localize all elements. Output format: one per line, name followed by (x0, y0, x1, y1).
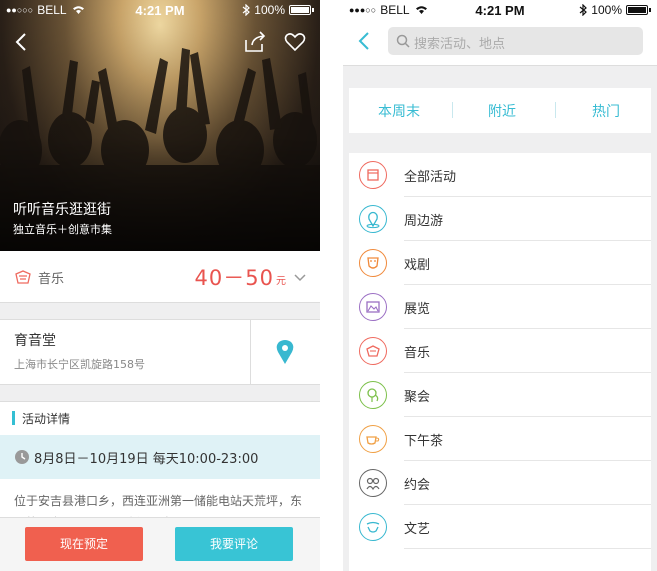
write-review-button[interactable]: 我要评论 (175, 527, 293, 561)
book-now-button[interactable]: 现在预定 (25, 527, 143, 561)
category-price-row[interactable]: 音乐 40－50 元 (0, 251, 320, 303)
tab-weekend[interactable]: 本周末 (378, 101, 420, 121)
action-bar: 现在预定 我要评论 (0, 517, 320, 571)
venue-address: 上海市长宁区凯旋路158号 (14, 358, 145, 371)
clock-icon (15, 450, 29, 464)
venue-name: 育音堂 (14, 333, 56, 349)
category-label: 戏剧 (404, 258, 431, 273)
category-item-tea[interactable]: 下午茶 (349, 417, 651, 461)
divider (555, 102, 556, 118)
category-list: 全部活动 周边游 戏剧 展览 音乐 聚会 下午茶 约会 文艺 (349, 153, 651, 571)
category-label: 文艺 (404, 522, 431, 537)
battery-icon (289, 5, 311, 15)
detail-heading: 活动详情 (22, 412, 71, 426)
category-item-dating[interactable]: 约会 (349, 461, 651, 505)
event-detail-screen: ●●○○○ BELL 4:21 PM 100% 听听音乐逛逛街 独立音乐＋创意市… (0, 0, 320, 571)
heart-icon[interactable] (284, 32, 306, 52)
section-accent (12, 411, 15, 425)
divider (250, 320, 251, 384)
category-label: 约会 (404, 478, 431, 493)
party-icon (359, 381, 387, 409)
browse-header: ●●●○○ BELL 4:21 PM 100% 搜索活动、地点 (343, 0, 657, 66)
venue-row[interactable]: 育音堂 上海市长宁区凯旋路158号 (0, 319, 320, 385)
event-title: 听听音乐逛逛街 (13, 202, 111, 218)
category-label: 下午茶 (404, 434, 444, 449)
culture-icon (359, 513, 387, 541)
battery-icon (626, 5, 648, 15)
category-label: 周边游 (404, 214, 444, 229)
price-range: 40－50 (194, 266, 274, 290)
drama-icon (359, 249, 387, 277)
event-subtitle: 独立音乐＋创意市集 (13, 223, 112, 236)
category-item-culture[interactable]: 文艺 (349, 505, 651, 549)
music-icon (15, 270, 31, 284)
search-placeholder: 搜索活动、地点 (414, 37, 506, 52)
event-hero: ●●○○○ BELL 4:21 PM 100% 听听音乐逛逛街 独立音乐＋创意市… (0, 0, 320, 251)
browse-screen: ●●●○○ BELL 4:21 PM 100% 搜索活动、地点 本周末 附近 热… (343, 0, 657, 571)
category-item-drama[interactable]: 戏剧 (349, 241, 651, 285)
bluetooth-icon (579, 4, 588, 16)
back-icon[interactable] (357, 31, 371, 51)
category-item-party[interactable]: 聚会 (349, 373, 651, 417)
tab-nearby[interactable]: 附近 (488, 101, 516, 121)
back-icon[interactable] (14, 32, 28, 52)
afternoon-tea-icon (359, 425, 387, 453)
category-label: 全部活动 (404, 170, 457, 185)
schedule-text: 8月8日－10月19日 每天10:00-23:00 (34, 452, 259, 467)
category-item-music[interactable]: 音乐 (349, 329, 651, 373)
filter-tabs: 本周末 附近 热门 (349, 88, 651, 133)
category-item-outing[interactable]: 周边游 (349, 197, 651, 241)
map-pin-icon[interactable] (275, 339, 295, 365)
search-input[interactable]: 搜索活动、地点 (388, 27, 643, 55)
search-icon (396, 34, 410, 48)
bluetooth-icon (242, 4, 251, 16)
music-icon (359, 337, 387, 365)
schedule-strip: 8月8日－10月19日 每天10:00-23:00 (0, 435, 320, 479)
category-label: 音乐 (404, 346, 431, 361)
battery-percent: 100% (591, 3, 622, 17)
dating-icon (359, 469, 387, 497)
category-label: 展览 (404, 302, 431, 317)
all-activities-icon (359, 161, 387, 189)
status-bar: ●●○○○ BELL 4:21 PM 100% (0, 0, 320, 20)
tab-popular[interactable]: 热门 (592, 101, 620, 121)
status-bar: ●●●○○ BELL 4:21 PM 100% (343, 0, 657, 20)
battery-percent: 100% (254, 3, 285, 17)
divider (452, 102, 453, 118)
category-label: 音乐 (38, 272, 65, 287)
chevron-down-icon[interactable] (294, 274, 306, 282)
category-item-all[interactable]: 全部活动 (349, 153, 651, 197)
location-icon (359, 205, 387, 233)
category-label: 聚会 (404, 390, 431, 405)
hero-nav (0, 28, 320, 58)
category-item-exhibition[interactable]: 展览 (349, 285, 651, 329)
exhibition-icon (359, 293, 387, 321)
price-unit: 元 (276, 276, 286, 287)
share-icon[interactable] (243, 31, 267, 53)
